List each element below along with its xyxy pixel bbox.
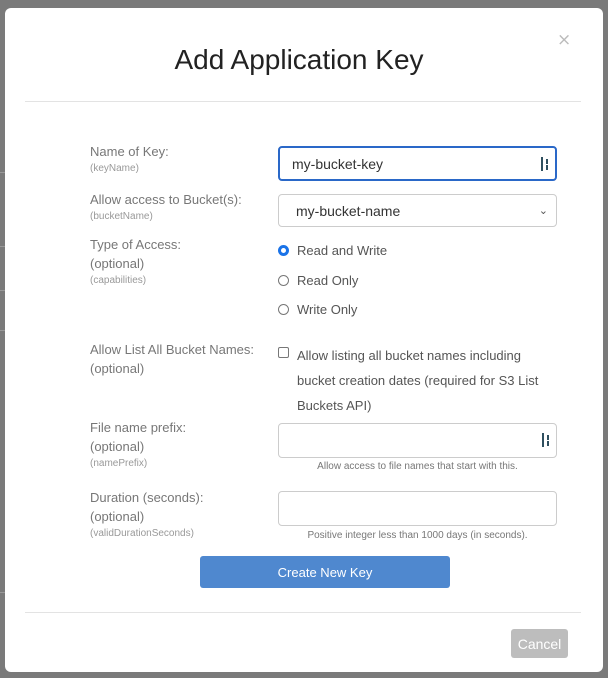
radio-read-only[interactable]: Read Only xyxy=(278,273,358,288)
radio-write-only[interactable]: Write Only xyxy=(278,302,357,317)
access-label: Type of Access: (optional) (capabilities) xyxy=(90,237,182,286)
add-application-key-dialog: × Add Application Key Name of Key: (keyNa… xyxy=(5,8,603,672)
radio-icon[interactable] xyxy=(278,304,289,315)
dialog-title: Add Application Key xyxy=(174,44,424,75)
create-key-button[interactable]: Create New Key xyxy=(200,556,450,588)
duration-help: Positive integer less than 1000 days (in… xyxy=(307,530,528,541)
duration-input[interactable] xyxy=(278,491,557,526)
name-label: Name of Key: (keyName) xyxy=(90,144,169,174)
radio-icon[interactable] xyxy=(278,245,289,256)
radio-icon[interactable] xyxy=(278,275,289,286)
chevron-down-icon: ⌄ xyxy=(538,205,548,217)
list-all-text: Allow listing all bucket names including… xyxy=(297,348,539,413)
cancel-button[interactable]: Cancel xyxy=(511,629,568,658)
duration-label: Duration (seconds): (optional) (validDurat… xyxy=(90,490,204,539)
bucket-label: Allow access to Bucket(s): (bucketName) xyxy=(90,192,242,222)
prefix-label: File name prefix: (optional) (namePrefix) xyxy=(90,420,187,469)
header-divider xyxy=(25,101,581,102)
list-all-label: Allow List All Bucket Names: (optional) xyxy=(90,342,255,376)
key-name-input[interactable]: my-bucket-key xyxy=(278,146,557,181)
file-prefix-input[interactable] xyxy=(278,423,557,458)
radio-read-write[interactable]: Read and Write xyxy=(278,243,387,258)
footer-divider xyxy=(25,612,581,613)
checkbox-icon[interactable] xyxy=(278,347,289,358)
password-manager-icon[interactable] xyxy=(541,157,551,171)
list-all-checkbox[interactable] xyxy=(278,347,297,358)
password-manager-icon[interactable] xyxy=(542,433,552,447)
bucket-select[interactable]: my-bucket-name ⌄ xyxy=(278,194,557,227)
prefix-help: Allow access to file names that start wi… xyxy=(317,461,518,472)
